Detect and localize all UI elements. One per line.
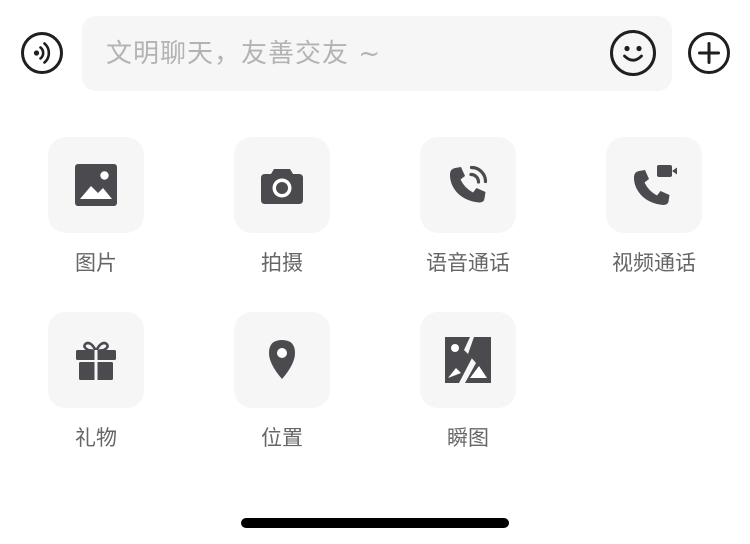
chat-input-panel: 文明聊天，友善交友 ~ 图片 拍摄 语音通话 视频通话 礼物 位置 瞬图 <box>0 0 750 544</box>
location-tile[interactable] <box>234 312 330 408</box>
gift-tile[interactable] <box>48 312 144 408</box>
voice-input-icon <box>33 42 51 64</box>
panel-item-flash-pic[interactable]: 瞬图 <box>398 312 538 462</box>
panel-item-label: 瞬图 <box>447 426 489 450</box>
camera-tile[interactable] <box>234 137 330 233</box>
emoji-button[interactable] <box>610 30 656 76</box>
camera-icon <box>261 169 303 204</box>
voice-call-tile[interactable] <box>420 137 516 233</box>
panel-item-camera[interactable]: 拍摄 <box>212 137 352 287</box>
smiley-icon <box>623 45 643 62</box>
panel-item-location[interactable]: 位置 <box>212 312 352 462</box>
image-icon <box>75 164 117 206</box>
panel-item-label: 语音通话 <box>426 251 510 275</box>
flash-pic-tile[interactable] <box>420 312 516 408</box>
plus-icon <box>698 42 720 64</box>
video-call-tile[interactable] <box>606 137 702 233</box>
panel-item-label: 视频通话 <box>612 251 696 275</box>
panel-item-voice-call[interactable]: 语音通话 <box>398 137 538 287</box>
panel-item-video-call[interactable]: 视频通话 <box>584 137 724 287</box>
message-input[interactable]: 文明聊天，友善交友 ~ <box>82 16 672 91</box>
phone-call-icon <box>449 165 488 203</box>
photos-tile[interactable] <box>48 137 144 233</box>
panel-item-label: 拍摄 <box>261 251 303 275</box>
message-input-placeholder: 文明聊天，友善交友 ~ <box>106 39 382 69</box>
gift-icon <box>76 341 116 380</box>
video-call-icon <box>633 165 677 205</box>
more-button[interactable] <box>688 32 730 74</box>
location-pin-icon <box>269 340 295 379</box>
panel-item-label: 位置 <box>261 426 303 450</box>
home-indicator <box>241 518 509 528</box>
panel-item-label: 礼物 <box>75 426 117 450</box>
flash-image-icon <box>445 337 491 383</box>
voice-input-button[interactable] <box>21 32 63 74</box>
panel-item-photos[interactable]: 图片 <box>26 137 166 287</box>
panel-item-label: 图片 <box>75 251 117 275</box>
panel-item-gift[interactable]: 礼物 <box>26 312 166 462</box>
